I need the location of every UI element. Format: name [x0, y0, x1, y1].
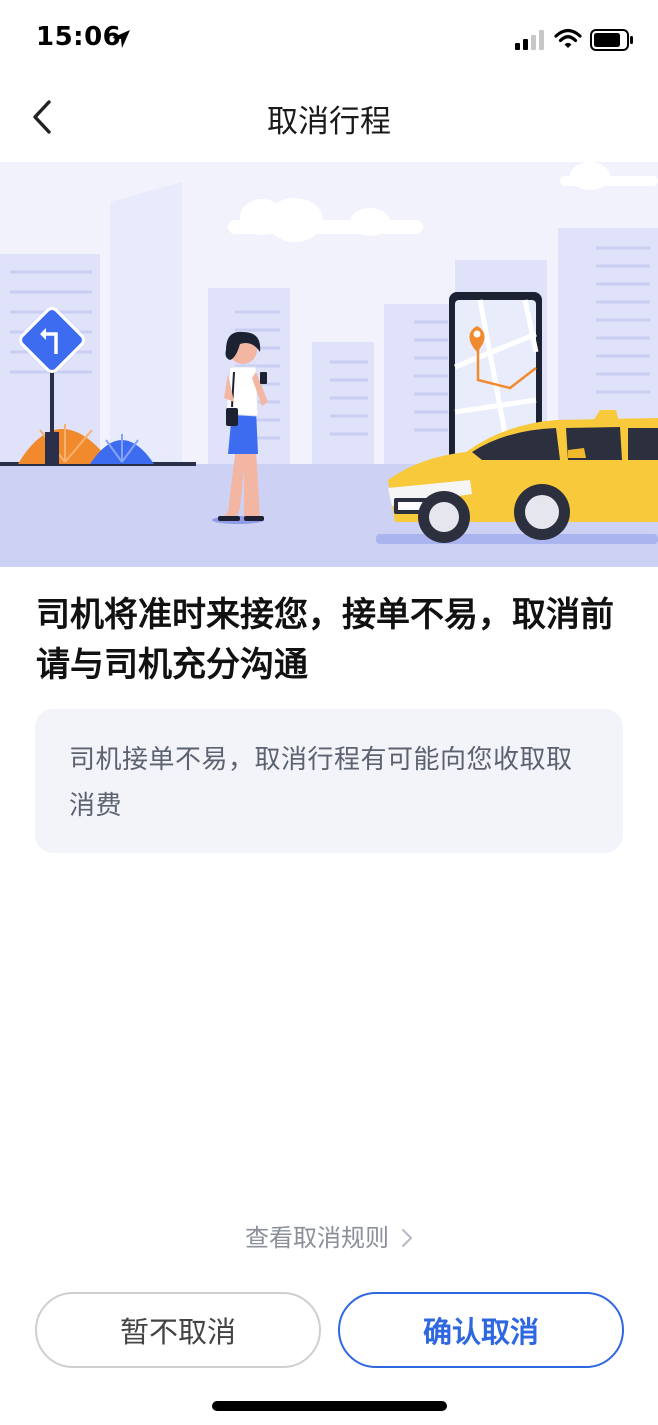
keep-ride-button[interactable]: 暂不取消 [35, 1292, 321, 1368]
notice-box: 司机接单不易，取消行程有可能向您收取取消费 [35, 709, 623, 853]
signal-icon [515, 30, 547, 54]
cancel-rules-label: 查看取消规则 [245, 1224, 389, 1252]
cancel-rules-link[interactable]: 查看取消规则 [0, 1218, 658, 1254]
headline: 司机将准时来接您，接单不易，取消前请与司机充分沟通 [36, 595, 614, 685]
chevron-right-icon [401, 1226, 413, 1254]
home-indicator[interactable] [212, 1401, 447, 1411]
nav-bar: 取消行程 [0, 80, 658, 162]
location-arrow-icon [110, 28, 132, 54]
notice-text: 司机接单不易，取消行程有可能向您收取取消费 [69, 745, 573, 821]
status-bar: 15:06 [0, 0, 658, 80]
wifi-icon [554, 28, 582, 54]
battery-icon [590, 29, 634, 55]
status-time: 15:06 [36, 22, 122, 52]
confirm-cancel-button[interactable]: 确认取消 [338, 1292, 624, 1368]
page-title: 取消行程 [267, 104, 391, 140]
hero-illustration [0, 162, 658, 567]
